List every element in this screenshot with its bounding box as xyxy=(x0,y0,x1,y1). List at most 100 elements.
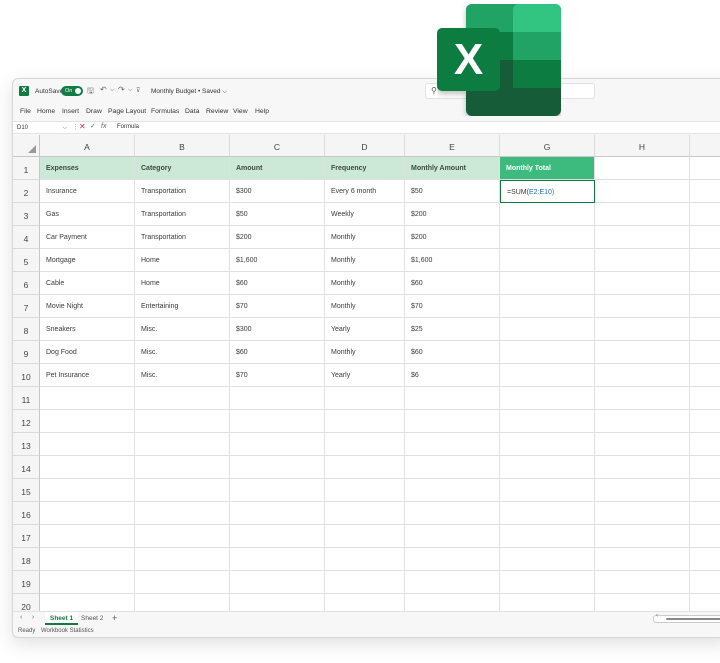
undo-icon[interactable]: ↶ xyxy=(100,85,107,94)
data-cell[interactable]: $50 xyxy=(230,203,325,226)
header-cell[interactable]: Amount xyxy=(230,157,325,180)
row-header-6[interactable]: 6 xyxy=(13,272,40,295)
cell[interactable] xyxy=(500,571,595,594)
data-cell[interactable]: $200 xyxy=(405,226,500,249)
cell[interactable] xyxy=(135,525,230,548)
cell[interactable] xyxy=(595,502,690,525)
name-box[interactable]: D10 ⌵ xyxy=(17,124,67,133)
cell[interactable] xyxy=(500,479,595,502)
column-header-g[interactable]: G xyxy=(500,135,595,157)
column-header-a[interactable]: A xyxy=(40,135,135,157)
tab-sheet-1[interactable]: Sheet 1 xyxy=(45,612,79,625)
row-header-17[interactable]: 17 xyxy=(13,525,40,548)
data-cell[interactable]: $50 xyxy=(405,180,500,203)
cell[interactable] xyxy=(690,272,720,295)
data-cell[interactable]: Movie Night xyxy=(40,295,135,318)
menu-draw[interactable]: Draw xyxy=(86,108,102,115)
scroll-left-icon[interactable]: ‹ xyxy=(656,613,658,619)
cell[interactable] xyxy=(405,433,500,456)
data-cell[interactable]: Home xyxy=(135,272,230,295)
add-sheet-button[interactable]: + xyxy=(112,613,117,623)
cell[interactable] xyxy=(500,548,595,571)
menu-view[interactable]: View xyxy=(233,108,248,115)
cell[interactable] xyxy=(595,272,690,295)
cell[interactable] xyxy=(405,410,500,433)
cell[interactable] xyxy=(500,525,595,548)
cell[interactable] xyxy=(595,341,690,364)
formula-input[interactable]: Formula xyxy=(117,124,139,130)
cell[interactable] xyxy=(40,548,135,571)
data-cell[interactable]: $70 xyxy=(230,295,325,318)
cell[interactable] xyxy=(405,387,500,410)
cell[interactable] xyxy=(595,410,690,433)
data-cell[interactable]: Sneakers xyxy=(40,318,135,341)
data-cell[interactable]: $300 xyxy=(230,318,325,341)
cell[interactable] xyxy=(325,502,405,525)
data-cell[interactable]: $25 xyxy=(405,318,500,341)
cell[interactable] xyxy=(595,249,690,272)
data-cell[interactable]: $70 xyxy=(230,364,325,387)
active-formula-cell[interactable]: =SUM(E2:E10) xyxy=(500,180,595,203)
cell[interactable] xyxy=(230,502,325,525)
row-header-13[interactable]: 13 xyxy=(13,433,40,456)
data-cell[interactable]: $70 xyxy=(405,295,500,318)
cell[interactable] xyxy=(230,387,325,410)
data-cell[interactable]: Monthly xyxy=(325,272,405,295)
cell[interactable] xyxy=(690,548,720,571)
data-cell[interactable]: Yearly xyxy=(325,318,405,341)
data-cell[interactable]: Yearly xyxy=(325,364,405,387)
undo-dropdown-icon[interactable]: ⌵ xyxy=(110,87,115,94)
cell[interactable] xyxy=(595,456,690,479)
cell[interactable] xyxy=(690,410,720,433)
workbook-statistics[interactable]: Workbook Statistics xyxy=(41,628,94,634)
cell[interactable] xyxy=(690,157,720,180)
menu-home[interactable]: Home xyxy=(37,108,55,115)
cell[interactable] xyxy=(595,479,690,502)
data-cell[interactable]: Misc. xyxy=(135,364,230,387)
menu-page-layout[interactable]: Page Layout xyxy=(108,108,146,115)
row-header-4[interactable]: 4 xyxy=(13,226,40,249)
cell[interactable] xyxy=(500,295,595,318)
menu-formulas[interactable]: Formulas xyxy=(151,108,179,115)
cell[interactable] xyxy=(135,433,230,456)
data-cell[interactable]: Dog Food xyxy=(40,341,135,364)
cell[interactable] xyxy=(325,456,405,479)
select-all-button[interactable] xyxy=(13,135,40,157)
row-header-2[interactable]: 2 xyxy=(13,180,40,203)
data-cell[interactable]: Misc. xyxy=(135,341,230,364)
data-cell[interactable]: Monthly xyxy=(325,226,405,249)
cell[interactable] xyxy=(325,387,405,410)
cell[interactable] xyxy=(690,479,720,502)
cell[interactable] xyxy=(135,410,230,433)
cell[interactable] xyxy=(500,433,595,456)
cell[interactable] xyxy=(500,387,595,410)
cell[interactable] xyxy=(230,525,325,548)
data-cell[interactable]: Insurance xyxy=(40,180,135,203)
cell[interactable] xyxy=(40,571,135,594)
data-cell[interactable]: Weekly xyxy=(325,203,405,226)
cell[interactable] xyxy=(40,433,135,456)
cell[interactable] xyxy=(135,479,230,502)
cell[interactable] xyxy=(325,571,405,594)
cell[interactable] xyxy=(40,479,135,502)
cell[interactable] xyxy=(405,548,500,571)
data-cell[interactable]: Pet Insurance xyxy=(40,364,135,387)
chevron-right-icon[interactable]: › xyxy=(32,614,34,621)
row-header-3[interactable]: 3 xyxy=(13,203,40,226)
cell[interactable] xyxy=(500,456,595,479)
header-cell[interactable]: Monthly Amount xyxy=(405,157,500,180)
cell[interactable] xyxy=(500,249,595,272)
customize-toolbar-icon[interactable]: ⊽ xyxy=(136,87,140,94)
cell[interactable] xyxy=(230,410,325,433)
header-cell[interactable]: Monthly Total xyxy=(500,157,595,180)
data-cell[interactable]: Entertaining xyxy=(135,295,230,318)
cell[interactable] xyxy=(595,387,690,410)
cell[interactable] xyxy=(230,571,325,594)
data-cell[interactable]: Transportation xyxy=(135,226,230,249)
menu-file[interactable]: File xyxy=(20,108,31,115)
cell[interactable] xyxy=(40,387,135,410)
data-cell[interactable]: $200 xyxy=(405,203,500,226)
cell[interactable] xyxy=(595,548,690,571)
cell[interactable] xyxy=(595,525,690,548)
row-header-11[interactable]: 11 xyxy=(13,387,40,410)
